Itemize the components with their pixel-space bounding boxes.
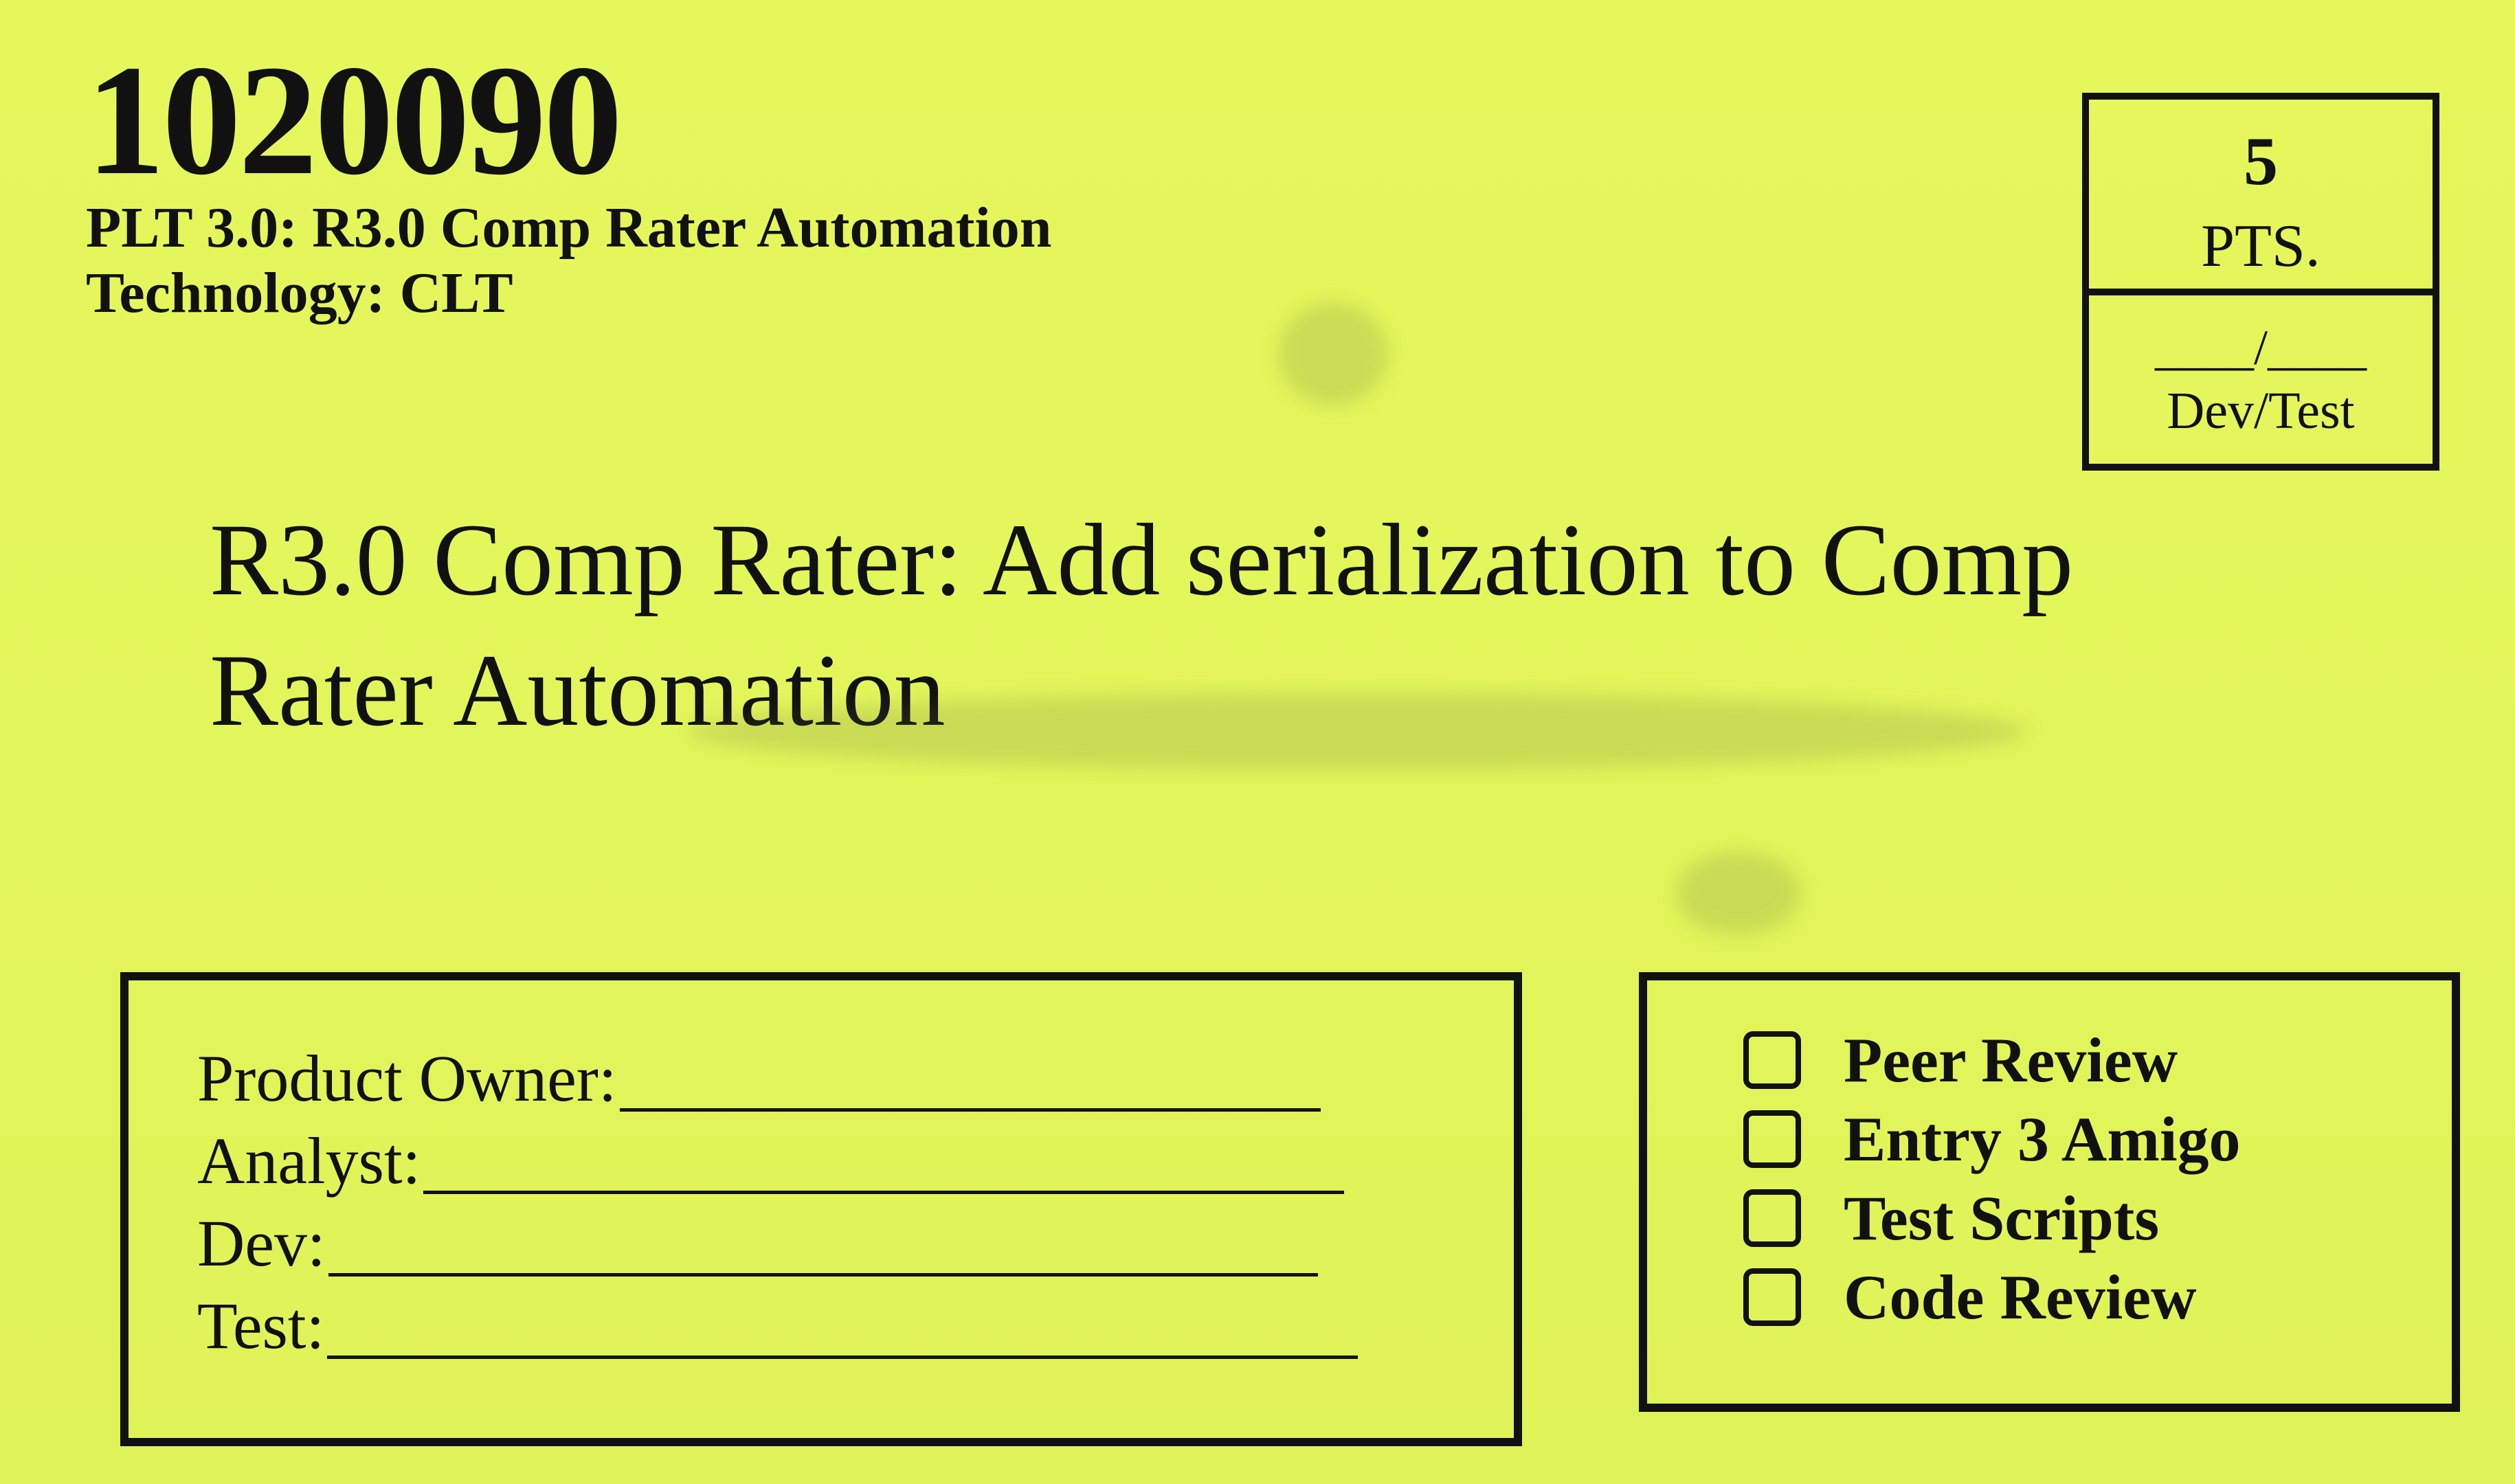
checklist-label: Code Review (1844, 1262, 2197, 1332)
checklist-item-peer-review[interactable]: Peer Review (1743, 1028, 2178, 1092)
dev-field[interactable] (328, 1225, 1318, 1277)
product-owner-field[interactable] (619, 1060, 1321, 1112)
roles-box: Product Owner: Analyst: Dev: Test: (120, 972, 1522, 1446)
technology-label: Technology: CLT (86, 261, 513, 325)
role-row-product-owner: Product Owner: (197, 1046, 1321, 1112)
dev-test-split: ____/____ Dev/Test (2089, 295, 2433, 464)
role-label: Analyst: (197, 1124, 421, 1198)
points-estimate: 5 PTS. (2089, 100, 2433, 295)
dev-test-caption: Dev/Test (2167, 382, 2355, 440)
checklist-item-test-scripts[interactable]: Test Scripts (1743, 1187, 2159, 1250)
background-smudge (1677, 852, 1800, 934)
project-name: PLT 3.0: R3.0 Comp Rater Automation (86, 196, 1052, 260)
points-box: 5 PTS. ____/____ Dev/Test (2082, 93, 2439, 471)
checklist-label: Test Scripts (1844, 1183, 2160, 1253)
test-field[interactable] (327, 1307, 1359, 1359)
points-unit: PTS. (2201, 213, 2321, 280)
role-label: Test: (197, 1289, 325, 1362)
background-smudge (1278, 302, 1388, 405)
role-label: Dev: (197, 1206, 326, 1280)
role-row-test: Test: (197, 1289, 1359, 1362)
analyst-field[interactable] (423, 1143, 1345, 1194)
checkbox-icon[interactable] (1743, 1031, 1801, 1089)
checkbox-icon[interactable] (1743, 1268, 1801, 1326)
checklist-label: Peer Review (1844, 1025, 2178, 1095)
story-title-line-1: R3.0 Comp Rater: Add serialization to Co… (210, 503, 2074, 617)
checklist-item-entry-3-amigo[interactable]: Entry 3 Amigo (1743, 1108, 2241, 1171)
role-row-dev: Dev: (197, 1211, 1318, 1277)
role-row-analyst: Analyst: (197, 1124, 1345, 1198)
card-number: 1020090 (86, 32, 623, 207)
checklist-label: Entry 3 Amigo (1844, 1104, 2241, 1174)
checkbox-icon[interactable] (1743, 1189, 1801, 1247)
story-card: 1020090 PLT 3.0: R3.0 Comp Rater Automat… (0, 0, 2515, 1484)
checklist-box: Peer Review Entry 3 Amigo Test Scripts C… (1639, 972, 2460, 1412)
checkbox-icon[interactable] (1743, 1110, 1801, 1168)
role-label: Product Owner: (197, 1042, 617, 1115)
checklist-item-code-review[interactable]: Code Review (1743, 1266, 2197, 1329)
background-smudge (687, 694, 2027, 769)
points-value: 5 (2244, 123, 2278, 199)
dev-test-blank[interactable]: ____/____ (2089, 323, 2433, 372)
